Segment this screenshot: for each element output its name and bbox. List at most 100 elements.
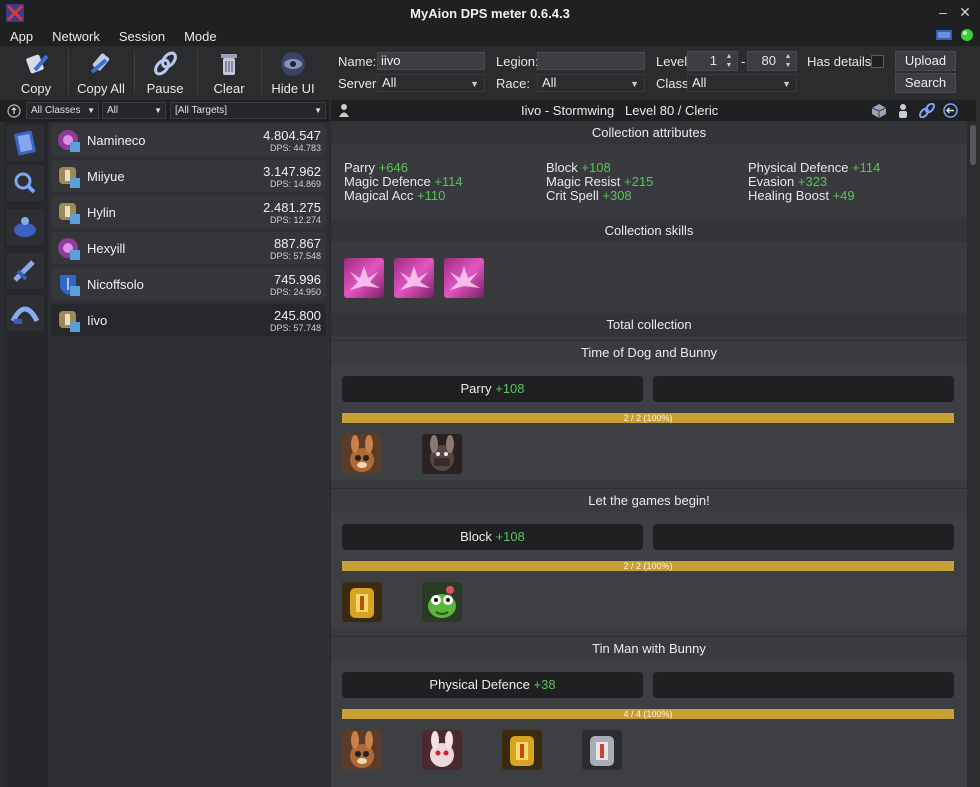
detail-panel: Collection attributes Parry +646 Block +… [331,121,967,787]
level-max-spinner[interactable]: 80 ▲ ▼ [747,51,797,71]
window-title: MyAion DPS meter 0.6.4.3 [410,5,570,21]
bunny-costume-icon[interactable] [422,434,462,474]
close-button[interactable]: ✕ [956,3,974,21]
network-status-icon[interactable] [936,29,952,41]
legion-label: Legion: [496,54,539,69]
scrollbar-thumb[interactable] [970,125,976,165]
hide-ui-button[interactable]: Hide UI [263,48,323,98]
collection-group-title: Time of Dog and Bunny [331,341,967,365]
attribute-item: Evasion +323 [748,174,828,189]
clear-button[interactable]: Clear [199,48,259,98]
info-icon[interactable] [7,104,21,118]
magnifier-icon [14,172,36,194]
server-select[interactable]: All ▼ [377,74,485,92]
collection-group-title: Tin Man with Bunny [331,637,967,661]
upload-button[interactable]: Upload [895,51,956,71]
class-filter-select[interactable]: All Classes ▼ [26,102,99,119]
menu-network[interactable]: Network [42,29,109,44]
level-min-up-icon[interactable]: ▲ [723,53,735,61]
eye-icon [281,52,305,76]
level-min-spinner[interactable]: 1 ▲ ▼ [687,51,738,71]
back-arrow-icon[interactable] [943,103,958,118]
collection-group: Time of Dog and Bunny Parry +108 2 / 2 (… [331,340,967,480]
name-input[interactable]: iivo [377,52,485,70]
dog-costume-icon[interactable] [342,434,382,474]
attribute-item: Physical Defence +114 [748,160,881,175]
collection-group: Tin Man with Bunny Physical Defence +38 … [331,636,967,787]
silver-helmet-icon[interactable] [582,730,622,770]
sidebar-item-book[interactable] [6,125,44,161]
cube-icon[interactable] [871,103,887,118]
sidebar-item-pouch[interactable] [6,209,44,245]
level-min-down-icon[interactable]: ▼ [723,62,735,70]
name-label: Name: [338,54,377,69]
white-bunny-costume-icon[interactable] [422,730,462,770]
target-filter-select[interactable]: [All Targets] ▼ [170,102,326,119]
player-row[interactable]: Hexyill 887.867 DPS: 57.548 [51,232,326,264]
player-row[interactable]: Nicoffsolo 745.996 DPS: 24.950 [51,268,326,300]
all-filter-select[interactable]: All ▼ [102,102,166,119]
gold-helmet-icon[interactable] [342,582,382,622]
app-logo-icon [6,4,24,22]
collection-bonus-empty [653,524,954,550]
player-row[interactable]: Iivo 245.800 DPS: 57.748 [51,304,326,336]
collection-skill-icon[interactable] [444,258,484,298]
chevron-down-icon: ▼ [630,79,639,89]
sorcerer-class-icon [58,238,80,260]
link-icon[interactable] [919,103,935,118]
collection-bonus: Block +108 [342,524,643,550]
attribute-item: Parry +646 [344,160,408,175]
cleric-class-icon [59,167,80,188]
chevron-down-icon: ▼ [154,106,162,115]
player-row[interactable]: Miiyue 3.147.962 DPS: 14.869 [51,160,326,192]
detail-scrollbar[interactable] [967,121,980,787]
trash-icon [221,54,237,75]
collection-progress-bar: 4 / 4 (100%) [342,709,954,719]
sidebar-item-weapon[interactable] [6,253,44,289]
sidebar-item-helmet[interactable] [6,295,44,331]
dog-costume-icon[interactable] [342,730,382,770]
collection-skill-icon[interactable] [394,258,434,298]
pause-button[interactable]: Pause [135,48,195,98]
copy-all-icon [90,53,110,74]
player-row[interactable]: Hylin 2.481.275 DPS: 12.274 [51,196,326,228]
menu-session[interactable]: Session [109,29,174,44]
attribute-item: Block +108 [546,160,611,175]
frog-costume-icon[interactable] [422,582,462,622]
sorcerer-class-icon [58,130,80,152]
copy-all-button[interactable]: Copy All [71,48,131,98]
copy-button[interactable]: Copy [6,48,66,98]
connection-status-icon [961,29,973,41]
copy-icon [26,54,49,74]
race-select[interactable]: All ▼ [537,74,645,92]
has-details-checkbox[interactable] [871,55,884,68]
cleric-class-icon [59,203,80,224]
menu-mode[interactable]: Mode [174,29,226,44]
chevron-down-icon: ▼ [314,106,322,115]
legion-input[interactable] [537,52,645,70]
sidebar-item-search[interactable] [6,165,44,201]
attribute-item: Healing Boost +49 [748,188,855,203]
detail-header: Iivo - Stormwing Level 80 / Cleric [331,100,976,121]
chevron-down-icon: ▼ [470,79,479,89]
collection-bonus: Physical Defence +38 [342,672,643,698]
sword-icon [13,260,35,282]
class-select[interactable]: All ▼ [687,74,797,92]
menu-app[interactable]: App [0,29,42,44]
gold-helmet-icon[interactable] [502,730,542,770]
character-icon[interactable] [897,103,909,118]
collection-bonus-empty [653,672,954,698]
attribute-item: Magic Resist +215 [546,174,654,189]
attribute-item: Crit Spell +308 [546,188,632,203]
player-title: Iivo - Stormwing Level 80 / Cleric [521,103,719,118]
search-button[interactable]: Search [895,73,956,93]
minimize-button[interactable]: – [934,3,952,21]
templar-class-icon [60,275,80,296]
level-max-down-icon[interactable]: ▼ [782,62,794,70]
level-max-up-icon[interactable]: ▲ [782,53,794,61]
collection-group-title: Let the games begin! [331,489,967,513]
server-label: Server: [338,76,380,91]
collection-skill-icon[interactable] [344,258,384,298]
book-icon [14,130,36,156]
player-row[interactable]: Namineco 4.804.547 DPS: 44.783 [51,124,326,156]
